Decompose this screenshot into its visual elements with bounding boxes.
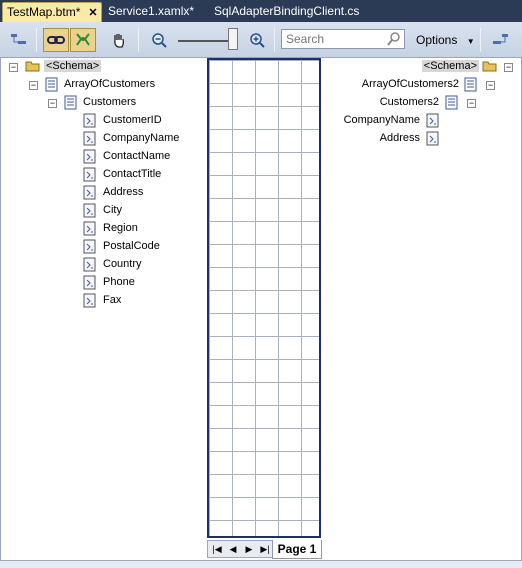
source-field-node[interactable]: PostalCode bbox=[103, 238, 160, 254]
source-field-node[interactable]: Country bbox=[103, 256, 142, 272]
zoom-out-icon bbox=[152, 33, 167, 48]
field-element-icon bbox=[426, 131, 440, 147]
mapping-grid[interactable] bbox=[207, 58, 321, 538]
source-field-node[interactable]: ContactName bbox=[103, 148, 170, 164]
document-tab-strip: TestMap.btm* ✕ Service1.xamlx* SqlAdapter… bbox=[0, 0, 522, 22]
next-page-icon[interactable]: ▶ bbox=[242, 542, 256, 556]
source-field-node[interactable]: ContactTitle bbox=[103, 166, 161, 182]
last-page-icon[interactable]: ▶| bbox=[258, 542, 272, 556]
status-strip bbox=[0, 560, 522, 568]
field-element-icon bbox=[83, 221, 97, 237]
search-box[interactable] bbox=[281, 29, 405, 49]
expand-tree-button[interactable] bbox=[6, 28, 32, 52]
source-field-node[interactable]: Address bbox=[103, 184, 143, 200]
record-node-icon bbox=[64, 95, 78, 111]
source-field-node[interactable]: Region bbox=[103, 220, 138, 236]
pan-button[interactable] bbox=[106, 28, 132, 52]
collapse-tree-button[interactable] bbox=[488, 28, 514, 52]
collapse-toggle[interactable]: − bbox=[504, 63, 513, 72]
relevance-tree-icon bbox=[76, 33, 90, 46]
options-dropdown[interactable]: Options ▼ bbox=[410, 28, 481, 52]
tab-sqladapter-label: SqlAdapterBindingClient.cs bbox=[214, 4, 360, 18]
zoom-in-button[interactable] bbox=[244, 28, 270, 52]
collapse-toggle[interactable]: − bbox=[486, 81, 495, 90]
toolbar-separator bbox=[274, 28, 275, 52]
zoom-in-icon bbox=[250, 33, 265, 48]
source-field-node[interactable]: CompanyName bbox=[103, 130, 179, 146]
grid-pager: |◀ ◀ ▶ ▶| Page 1 bbox=[207, 540, 322, 559]
options-label: Options bbox=[416, 33, 458, 47]
field-element-icon bbox=[83, 149, 97, 165]
toolbar-separator bbox=[36, 28, 37, 52]
zoom-slider-thumb[interactable] bbox=[228, 28, 238, 50]
tree-collapse-icon bbox=[493, 34, 508, 44]
field-element-icon bbox=[83, 203, 97, 219]
search-icon[interactable] bbox=[386, 31, 402, 50]
tab-testmap-label: TestMap.btm* bbox=[7, 5, 81, 19]
tab-service1-label: Service1.xamlx* bbox=[108, 4, 195, 18]
close-tab-icon[interactable]: ✕ bbox=[88, 4, 97, 23]
zoom-slider-track[interactable] bbox=[178, 40, 234, 42]
field-element-icon bbox=[83, 113, 97, 129]
dest-record-node[interactable]: Customers2 bbox=[380, 94, 439, 110]
field-element-icon bbox=[83, 131, 97, 147]
chevron-down-icon: ▼ bbox=[466, 37, 475, 46]
source-record-node[interactable]: Customers bbox=[83, 94, 136, 110]
toolbar-separator bbox=[480, 28, 481, 52]
collapse-toggle[interactable]: − bbox=[467, 99, 476, 108]
folder-open-icon bbox=[482, 59, 497, 75]
field-element-icon bbox=[83, 293, 97, 309]
link-button[interactable] bbox=[43, 28, 69, 52]
source-array-node[interactable]: ArrayOfCustomers bbox=[64, 76, 155, 92]
field-element-icon bbox=[83, 185, 97, 201]
source-schema-label: <Schema> bbox=[44, 60, 102, 72]
hand-icon bbox=[114, 34, 124, 48]
zoom-out-button[interactable] bbox=[146, 28, 172, 52]
source-field-node[interactable]: Phone bbox=[103, 274, 135, 290]
collapse-toggle[interactable]: − bbox=[29, 81, 38, 90]
previous-page-icon[interactable]: ◀ bbox=[226, 542, 240, 556]
page-tab[interactable]: Page 1 bbox=[272, 540, 322, 559]
source-field-node[interactable]: CustomerID bbox=[103, 112, 162, 128]
first-page-icon[interactable]: |◀ bbox=[210, 542, 224, 556]
field-element-icon bbox=[83, 257, 97, 273]
dest-schema-root[interactable]: <Schema> bbox=[421, 58, 479, 74]
tab-sqladapter[interactable]: SqlAdapterBindingClient.cs bbox=[210, 2, 359, 22]
source-field-node[interactable]: Fax bbox=[103, 292, 121, 308]
field-element-icon bbox=[83, 239, 97, 255]
dest-schema-label: <Schema> bbox=[421, 60, 479, 72]
tab-service1[interactable]: Service1.xamlx* bbox=[104, 2, 194, 22]
source-schema-root[interactable]: <Schema> bbox=[44, 58, 102, 74]
relevance-button[interactable] bbox=[70, 28, 96, 52]
record-node-icon bbox=[45, 77, 59, 93]
toolbar-separator bbox=[138, 28, 139, 52]
collapse-toggle[interactable]: − bbox=[9, 63, 18, 72]
chain-link-icon bbox=[47, 36, 65, 44]
tab-testmap[interactable]: TestMap.btm* ✕ bbox=[2, 2, 102, 22]
field-element-icon bbox=[426, 113, 440, 129]
record-node-icon bbox=[464, 77, 478, 93]
mapper-surface: − <Schema> − ArrayOfCustomers − Customer… bbox=[0, 58, 522, 560]
dest-field-node[interactable]: CompanyName bbox=[344, 112, 420, 128]
folder-open-icon bbox=[25, 59, 40, 75]
field-element-icon bbox=[83, 275, 97, 291]
tree-expand-icon bbox=[11, 34, 26, 44]
source-field-node[interactable]: City bbox=[103, 202, 122, 218]
dest-array-node[interactable]: ArrayOfCustomers2 bbox=[362, 76, 459, 92]
record-node-icon bbox=[445, 95, 459, 111]
dest-field-node[interactable]: Address bbox=[380, 130, 420, 146]
field-element-icon bbox=[83, 167, 97, 183]
collapse-toggle[interactable]: − bbox=[48, 99, 57, 108]
search-input[interactable] bbox=[282, 30, 386, 48]
